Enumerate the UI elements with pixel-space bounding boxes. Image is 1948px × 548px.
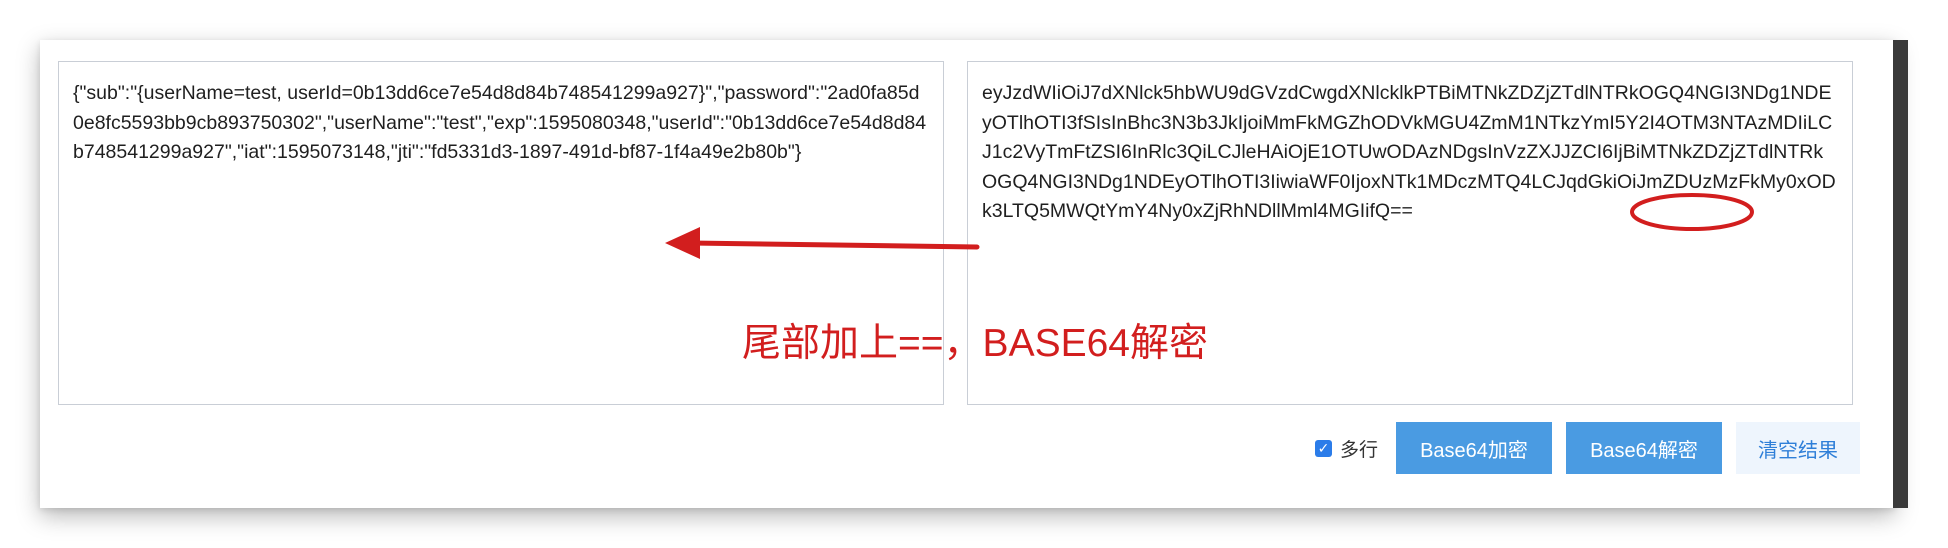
action-toolbar: ✓ 多行 Base64加密 Base64解密 清空结果 <box>1300 422 1860 474</box>
base64-encode-button[interactable]: Base64加密 <box>1396 422 1552 474</box>
window-edge-bar <box>1893 40 1908 508</box>
checkmark-icon[interactable]: ✓ <box>1314 439 1332 457</box>
clear-results-button[interactable]: 清空结果 <box>1736 422 1860 474</box>
annotation-text: 尾部加上==，BASE64解密 <box>742 322 1208 365</box>
multiline-checkbox[interactable]: ✓ 多行 <box>1314 435 1378 462</box>
multiline-label: 多行 <box>1339 439 1378 461</box>
base64-decode-button[interactable]: Base64解密 <box>1566 422 1722 474</box>
